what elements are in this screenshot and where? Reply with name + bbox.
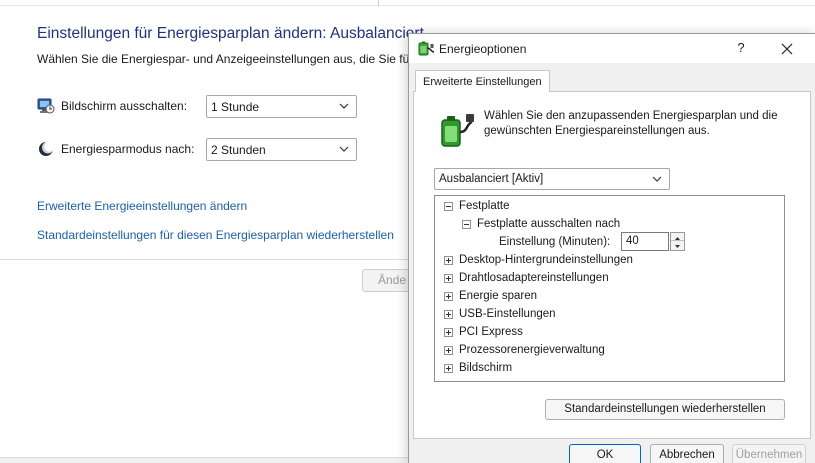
sleep-select[interactable]: 2 Stunden bbox=[206, 138, 357, 161]
tree-item[interactable]: PCI Express bbox=[444, 323, 523, 341]
divider bbox=[0, 259, 408, 260]
minutes-spinner[interactable] bbox=[670, 232, 685, 251]
top-border bbox=[0, 0, 815, 6]
tree-item-label: Bildschirm bbox=[459, 362, 513, 374]
collapse-icon[interactable] bbox=[444, 201, 453, 211]
tree-item-label: Desktop-Hintergrundeinstellungen bbox=[459, 254, 633, 266]
sleep-label: Energiesparmodus nach: bbox=[61, 142, 195, 156]
tree-item-label: PCI Express bbox=[459, 326, 523, 338]
sleep-value: 2 Stunden bbox=[211, 142, 266, 157]
close-button[interactable] bbox=[777, 39, 797, 59]
advanced-settings-link[interactable]: Erweiterte Energieeinstellungen ändern bbox=[37, 199, 247, 213]
monitor-clock-icon bbox=[37, 97, 55, 115]
display-off-select[interactable]: 1 Stunde bbox=[206, 95, 357, 118]
intro-text: Wählen Sie den anzupassenden Energiespar… bbox=[484, 110, 778, 137]
power-plan-select[interactable]: Ausbalanciert [Aktiv] bbox=[434, 168, 670, 190]
power-plan-value: Ausbalanciert [Aktiv] bbox=[439, 173, 544, 185]
expand-icon[interactable] bbox=[444, 291, 453, 301]
ok-button[interactable]: OK bbox=[569, 444, 641, 463]
sleep-row: Energiesparmodus nach: bbox=[37, 137, 209, 161]
tree-item[interactable]: Desktop-Hintergrundeinstellungen bbox=[444, 251, 633, 269]
tree-item-label: Energie sparen bbox=[459, 290, 537, 302]
tree-item[interactable]: Bildschirm bbox=[444, 359, 512, 377]
apply-button[interactable]: Übernehmen bbox=[732, 444, 806, 463]
tree-item[interactable]: Prozessorenergieverwaltung bbox=[444, 341, 605, 359]
tree-item-festplatte-ausschalten[interactable]: Festplatte ausschalten nach bbox=[462, 215, 620, 233]
dialog-title: Energieoptionen bbox=[439, 42, 527, 56]
cancel-button[interactable]: Abbrechen bbox=[650, 444, 724, 463]
power-options-dialog: Energieoptionen ? Erweiterte Einstellung… bbox=[408, 33, 815, 463]
display-off-value: 1 Stunde bbox=[211, 99, 260, 114]
tree-item-label: Festplatte bbox=[459, 200, 510, 212]
tree-item-label: USB-Einstellungen bbox=[459, 308, 556, 320]
tree-item[interactable]: Drahtlosadaptereinstellungen bbox=[444, 269, 609, 287]
page-subtitle: Wählen Sie die Energiespar- und Anzeigee… bbox=[37, 52, 424, 66]
chevron-down-icon bbox=[339, 103, 349, 109]
expand-icon[interactable] bbox=[444, 327, 453, 337]
moon-icon bbox=[37, 140, 55, 158]
chevron-down-icon bbox=[652, 176, 662, 182]
settings-tree[interactable]: Festplatte Festplatte ausschalten nach E… bbox=[434, 195, 785, 382]
tab-advanced-settings[interactable]: Erweiterte Einstellungen bbox=[415, 70, 550, 92]
spin-down-button[interactable] bbox=[671, 242, 684, 250]
display-off-row: Bildschirm ausschalten: bbox=[37, 94, 209, 118]
battery-plug-icon bbox=[436, 110, 476, 150]
restore-defaults-button[interactable]: Standardeinstellungen wiederherstellen bbox=[545, 399, 785, 420]
expand-icon[interactable] bbox=[444, 309, 453, 319]
arrow-down-icon bbox=[675, 245, 680, 248]
display-off-label: Bildschirm ausschalten: bbox=[61, 99, 188, 113]
page-title: Einstellungen für Energiesparplan ändern… bbox=[37, 25, 424, 42]
tree-item-label: Festplatte ausschalten nach bbox=[477, 218, 621, 230]
collapse-icon[interactable] bbox=[462, 219, 471, 229]
expand-icon[interactable] bbox=[444, 273, 453, 283]
setting-minutes-label: Einstellung (Minuten): bbox=[499, 236, 611, 248]
power-options-icon bbox=[417, 39, 435, 57]
restore-defaults-link[interactable]: Standardeinstellungen für diesen Energie… bbox=[37, 228, 394, 242]
dialog-titlebar: Energieoptionen ? bbox=[409, 34, 815, 63]
advanced-settings-panel: Wählen Sie den anzupassenden Energiespar… bbox=[413, 91, 811, 439]
tree-item-festplatte[interactable]: Festplatte bbox=[444, 197, 510, 215]
tree-item[interactable]: USB-Einstellungen bbox=[444, 305, 556, 323]
expand-icon[interactable] bbox=[444, 363, 453, 373]
expand-icon[interactable] bbox=[444, 255, 453, 265]
footer-strip bbox=[0, 457, 410, 463]
help-button[interactable]: ? bbox=[731, 38, 751, 58]
tree-item-label: Prozessorenergieverwaltung bbox=[459, 344, 605, 356]
expand-icon[interactable] bbox=[444, 345, 453, 355]
arrow-up-icon bbox=[675, 237, 680, 240]
close-icon bbox=[781, 43, 793, 55]
tree-item-label: Drahtlosadaptereinstellungen bbox=[459, 272, 609, 284]
spin-up-button[interactable] bbox=[671, 233, 684, 241]
setting-minutes-input[interactable]: 40 bbox=[621, 232, 669, 251]
chevron-down-icon bbox=[339, 146, 349, 152]
tree-item[interactable]: Energie sparen bbox=[444, 287, 537, 305]
